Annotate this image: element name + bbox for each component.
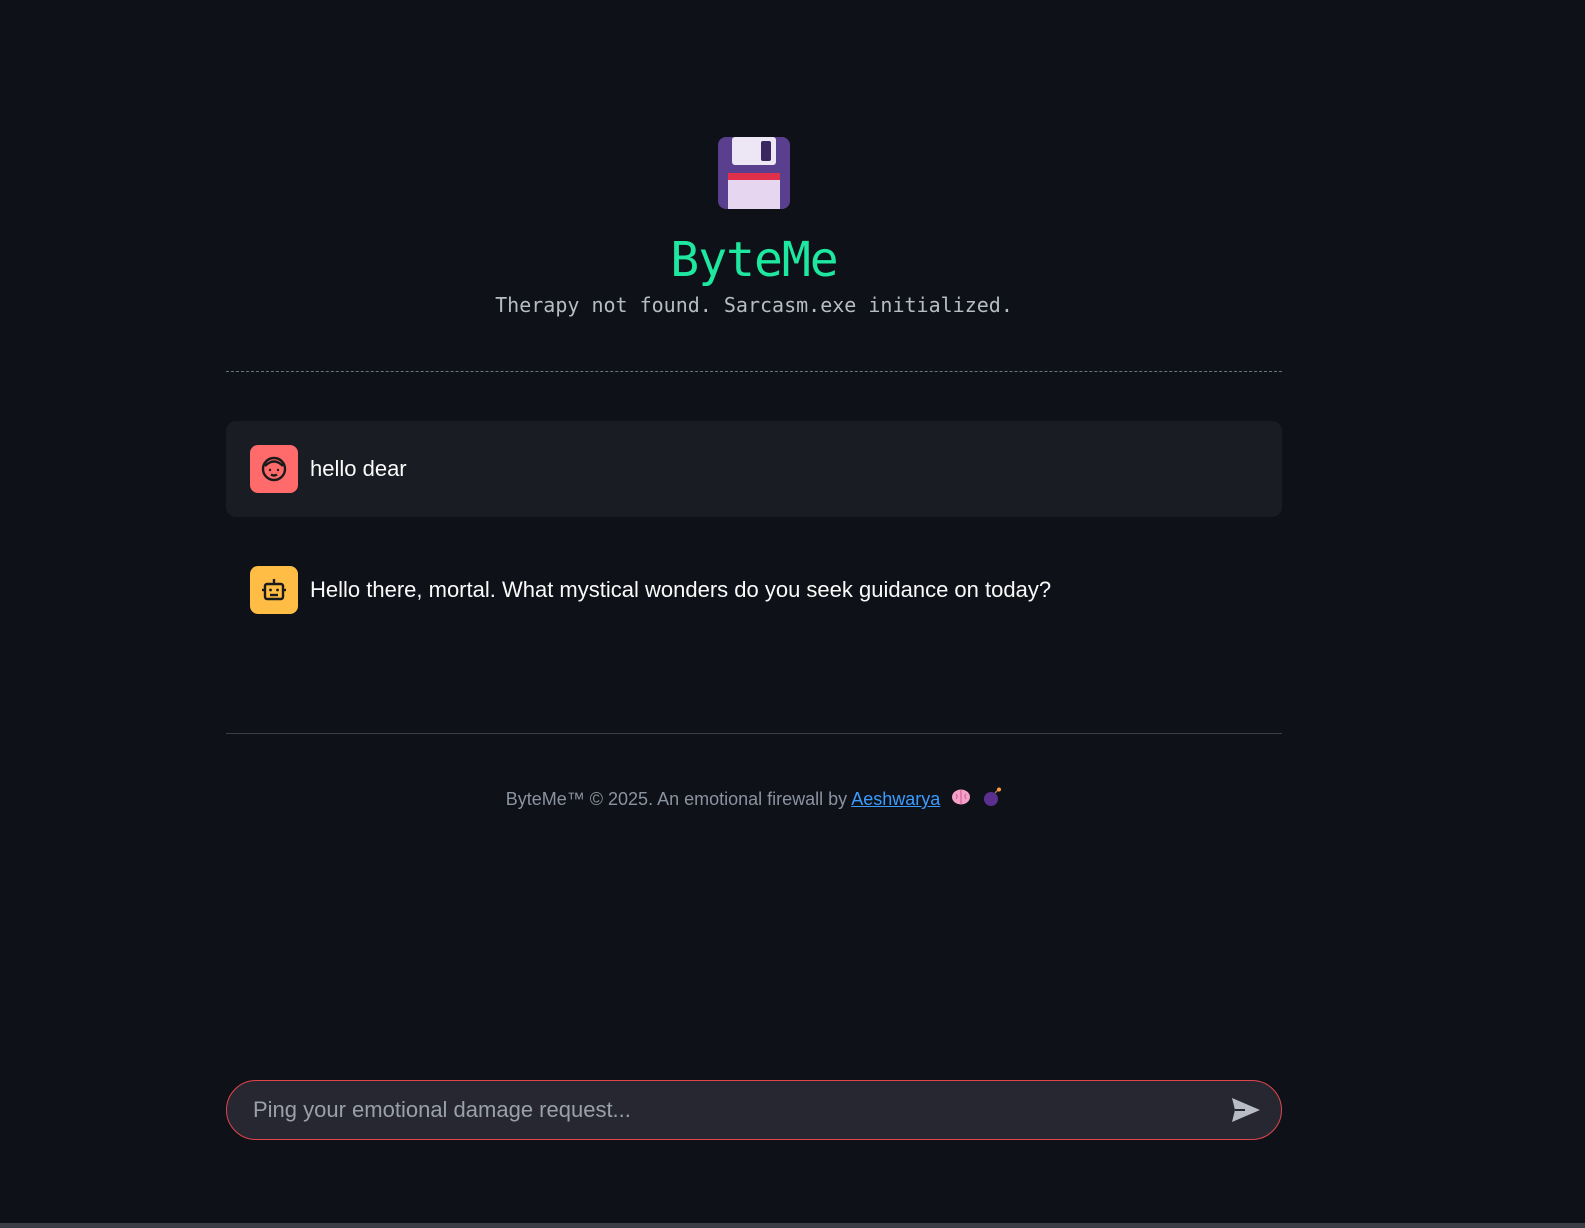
floppy-disk-icon — [718, 137, 790, 209]
robot-icon — [250, 566, 298, 614]
chat-input[interactable] — [251, 1089, 1229, 1131]
chat-message-assistant: Hello there, mortal. What mystical wonde… — [226, 542, 1282, 638]
chat-message-user: hello dear — [226, 421, 1282, 517]
user-face-icon — [250, 445, 298, 493]
message-text: Hello there, mortal. What mystical wonde… — [310, 577, 1052, 602]
app-page: ByteMe Therapy not found. Sarcasm.exe in… — [0, 0, 1585, 1228]
footer: ByteMe™ © 2025. An emotional firewall by… — [0, 786, 1508, 814]
message-text: hello dear — [310, 456, 407, 481]
header-divider — [226, 371, 1282, 372]
bottom-bar — [0, 1223, 1585, 1228]
author-link[interactable]: Aeshwarya — [851, 789, 940, 809]
brain-icon — [951, 787, 971, 813]
footer-divider — [226, 733, 1282, 734]
bomb-icon — [982, 787, 1002, 814]
app-title: ByteMe — [670, 232, 838, 288]
send-icon — [1232, 1098, 1260, 1122]
app-subtitle: Therapy not found. Sarcasm.exe initializ… — [495, 293, 1013, 317]
footer-text: ByteMe™ © 2025. An emotional firewall by — [505, 789, 848, 809]
send-button[interactable] — [1229, 1093, 1263, 1127]
chat-input-box — [226, 1080, 1282, 1140]
